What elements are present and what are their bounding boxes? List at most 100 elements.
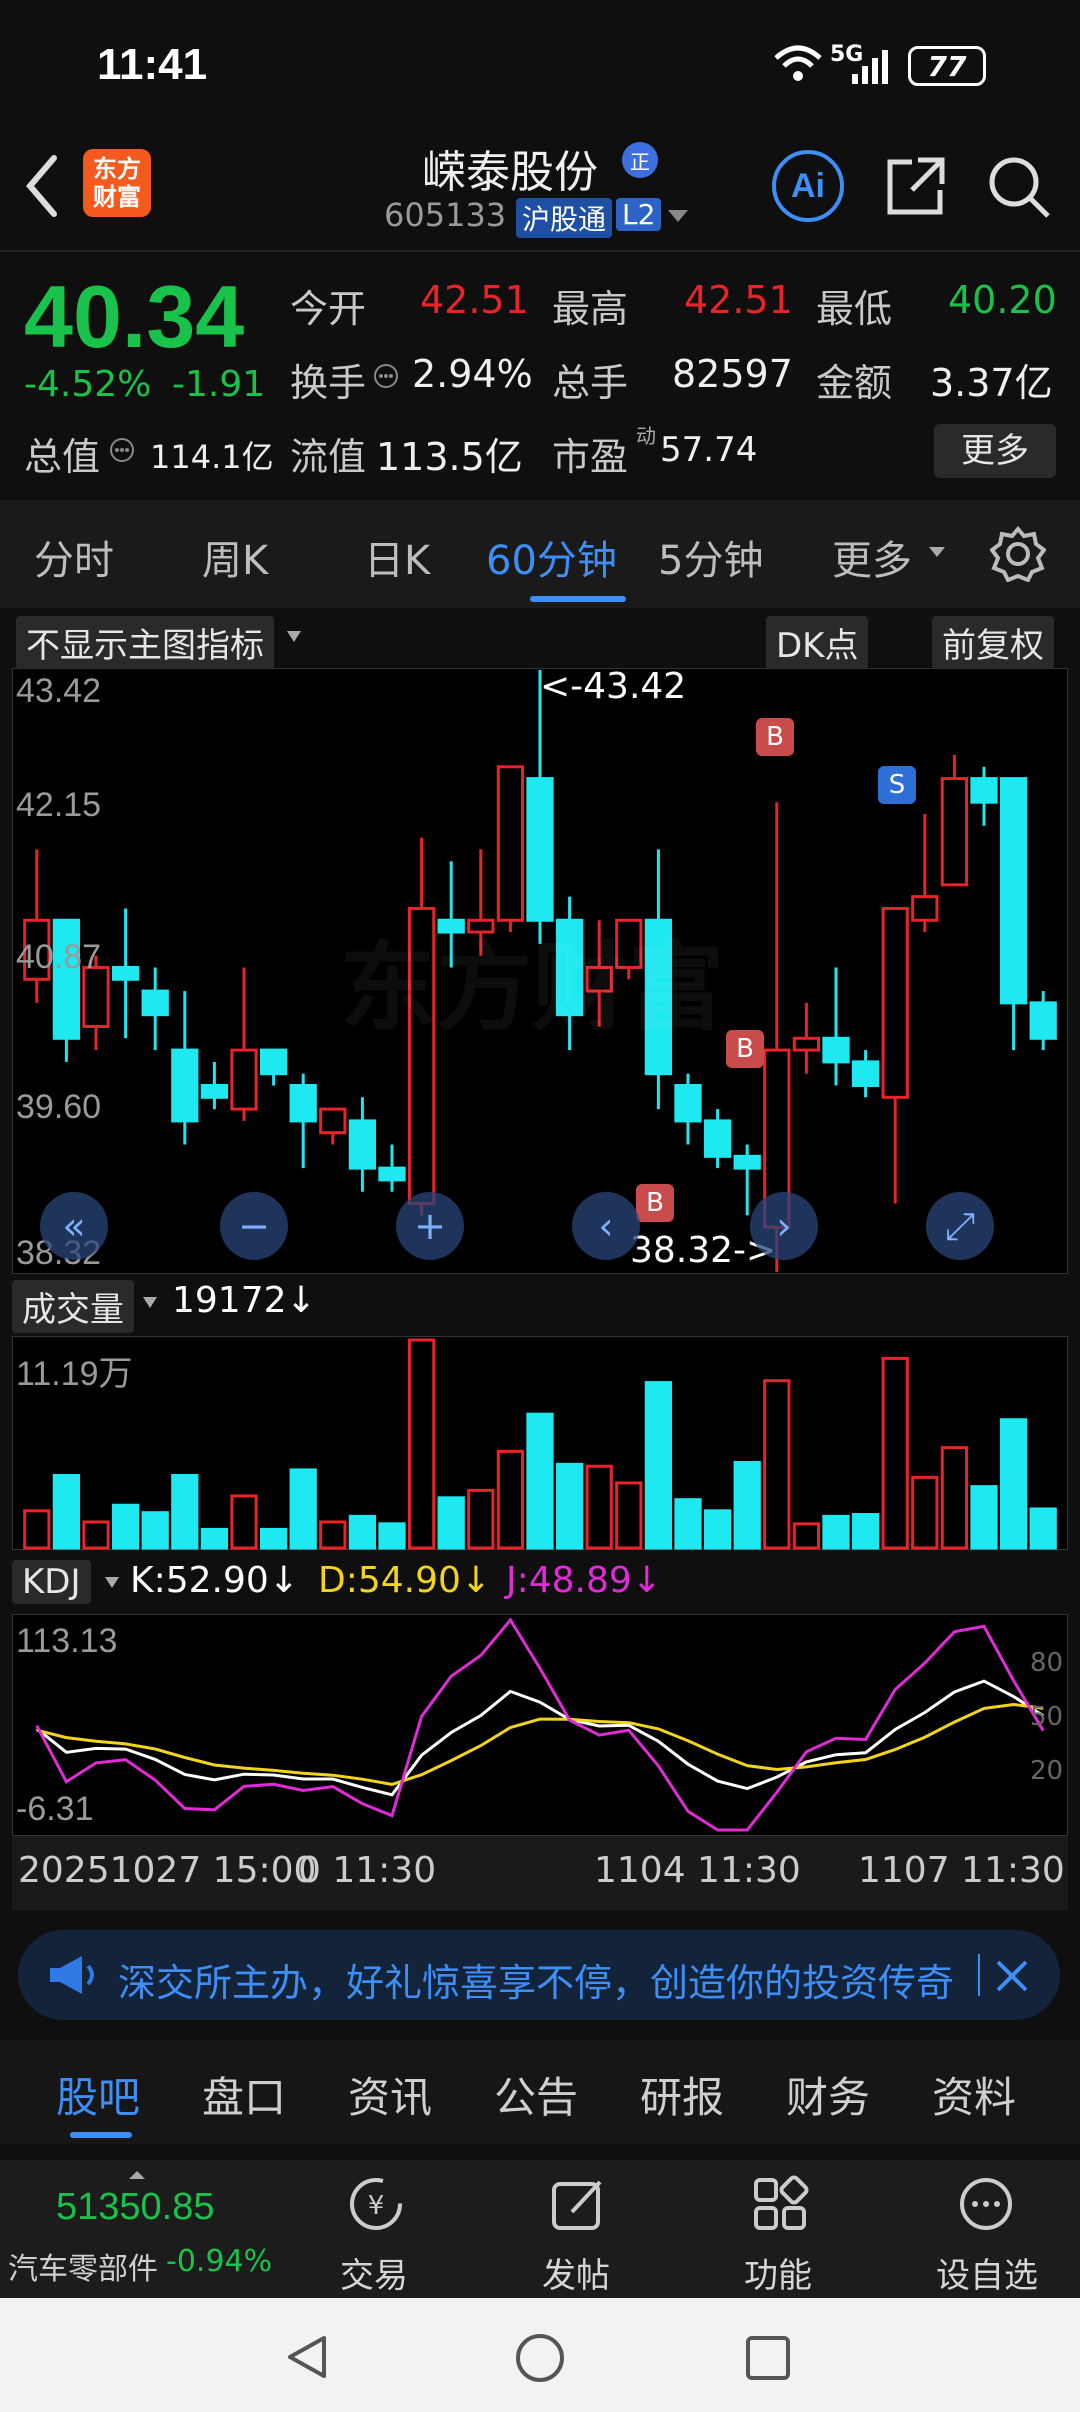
candle-body [733,1154,761,1170]
tab-orderbook[interactable]: 盘口 [202,2064,286,2125]
system-nav-bar [0,2298,1080,2412]
scroll-left-button[interactable]: ‹ [572,1192,640,1260]
high-value: 42.51 [684,278,793,322]
zoom-out-button[interactable]: − [220,1192,288,1260]
kdj-tick: 80 [1030,1648,1064,1678]
tab-forum[interactable]: 股吧 [56,2064,140,2125]
candle-body [289,1083,317,1123]
sector-index-value[interactable]: 51350.85 [56,2186,215,2229]
connect-tag: 沪股通 [516,198,613,238]
caret-down-icon [143,1297,157,1308]
candle-body [230,1048,258,1111]
add-watchlist-button[interactable]: 设自选 [924,2160,1054,2298]
scroll-right-button[interactable]: › [750,1192,818,1260]
ai-button[interactable]: Ai [772,150,844,222]
tab-research[interactable]: 研报 [640,2064,724,2125]
candle-body [200,1083,229,1099]
volume-bar [437,1496,465,1550]
fullscreen-button[interactable]: ⤢ [926,1192,994,1260]
scroll-left-fast-button[interactable]: « [40,1192,108,1260]
promo-banner[interactable]: 深交所主办，好礼惊喜享不停，创造你的投资传奇 [18,1930,1060,2020]
tab-daily[interactable]: 日K [364,528,430,586]
volume-bar [348,1514,377,1550]
share-icon[interactable] [884,154,948,218]
volume-bar [289,1468,317,1550]
tab-weekly[interactable]: 周K [202,528,268,586]
candle-body [319,1107,347,1135]
post-button[interactable]: 发帖 [522,2160,632,2298]
volume-bar [881,1356,909,1550]
tab-financials[interactable]: 财务 [786,2064,870,2125]
app-logo: 东方 财富 [83,149,151,217]
kdj-tick: 50 [1030,1702,1064,1732]
turnover-value: 2.94% [412,352,533,396]
sector-change: -0.94% [166,2244,273,2279]
sell-marker[interactable]: S [878,766,916,804]
margin-badge: 正 [622,142,658,178]
candle-body [674,1083,702,1123]
buy-marker[interactable]: B [756,718,794,756]
time-tick: 1104 11:30 [594,1850,801,1891]
header: 东方 财富 嵘泰股份 正 605133 沪股通 L2 Ai [0,130,1080,250]
candle-body [970,777,998,804]
more-dots-icon [960,2178,1012,2230]
tab-60min[interactable]: 60分钟 [486,528,617,586]
tab-news[interactable]: 资讯 [348,2064,432,2125]
search-icon[interactable] [986,154,1052,220]
svg-text:¥: ¥ [368,2191,385,2221]
edit-icon [552,2180,602,2230]
active-tab-indicator [530,596,626,602]
volume-bar [52,1474,81,1550]
back-icon[interactable] [22,152,62,222]
info-icon[interactable] [108,436,136,464]
kdj-j-value: J:48.89↓ [506,1560,662,1601]
info-icon[interactable] [372,362,400,390]
candle-body [881,906,909,1099]
close-icon[interactable] [994,1958,1030,1994]
nav-recents-icon[interactable] [744,2334,792,2382]
volume-bar [703,1509,732,1550]
divider [978,1954,980,1996]
amount-label: 金额 [816,361,893,405]
kdj-selector[interactable]: KDJ [12,1560,91,1604]
buy-marker[interactable]: B [726,1030,764,1068]
tab-intraday[interactable]: 分时 [34,528,114,586]
buy-marker[interactable]: B [636,1184,674,1222]
change-amount: -1.91 [172,364,266,405]
price-tick: 43.42 [16,672,102,710]
indicator-selector[interactable]: 不显示主图指标 [16,616,274,669]
banner-text: 深交所主办，好礼惊喜享不停，创造你的投资传奇 [118,1961,955,2005]
trade-button[interactable]: ¥ 交易 [320,2160,430,2298]
low-value: 40.20 [948,278,1057,322]
megaphone-icon [50,1956,94,1994]
volume-bar [733,1460,761,1550]
volume-bar [23,1509,51,1550]
zoom-in-button[interactable]: + [396,1192,464,1260]
dropdown-icon[interactable] [666,208,690,224]
volume-bar [911,1475,939,1550]
volume-bar [1029,1507,1057,1550]
active-tab-indicator [70,2132,132,2138]
tab-5min[interactable]: 5分钟 [658,528,763,586]
candle-body [851,1060,880,1087]
nav-home-icon[interactable] [514,2332,566,2384]
volume-bar [496,1449,525,1550]
more-button[interactable]: 更多 [934,424,1056,478]
adjust-selector[interactable]: 前复权 [932,616,1054,669]
settings-icon[interactable] [990,526,1046,582]
open-label: 今开 [290,287,367,331]
tab-profile[interactable]: 资料 [932,2064,1016,2125]
change-percent: -4.52% [24,364,152,405]
pe-value: 57.74 [660,430,758,470]
tab-announcements[interactable]: 公告 [494,2064,578,2125]
candle-body [703,1119,732,1158]
volume-bar [200,1527,229,1550]
content-tabs: 股吧 盘口 资讯 公告 研报 财务 资料 [0,2040,1080,2144]
volume-indicator-selector[interactable]: 成交量 [12,1280,134,1333]
volume-label: 总手 [552,361,629,405]
low-label: 最低 [816,287,893,331]
nav-back-icon[interactable] [282,2332,332,2382]
dk-toggle[interactable]: DK点 [766,616,869,669]
functions-button[interactable]: 功能 [724,2160,834,2298]
tab-more[interactable]: 更多 [832,528,912,586]
